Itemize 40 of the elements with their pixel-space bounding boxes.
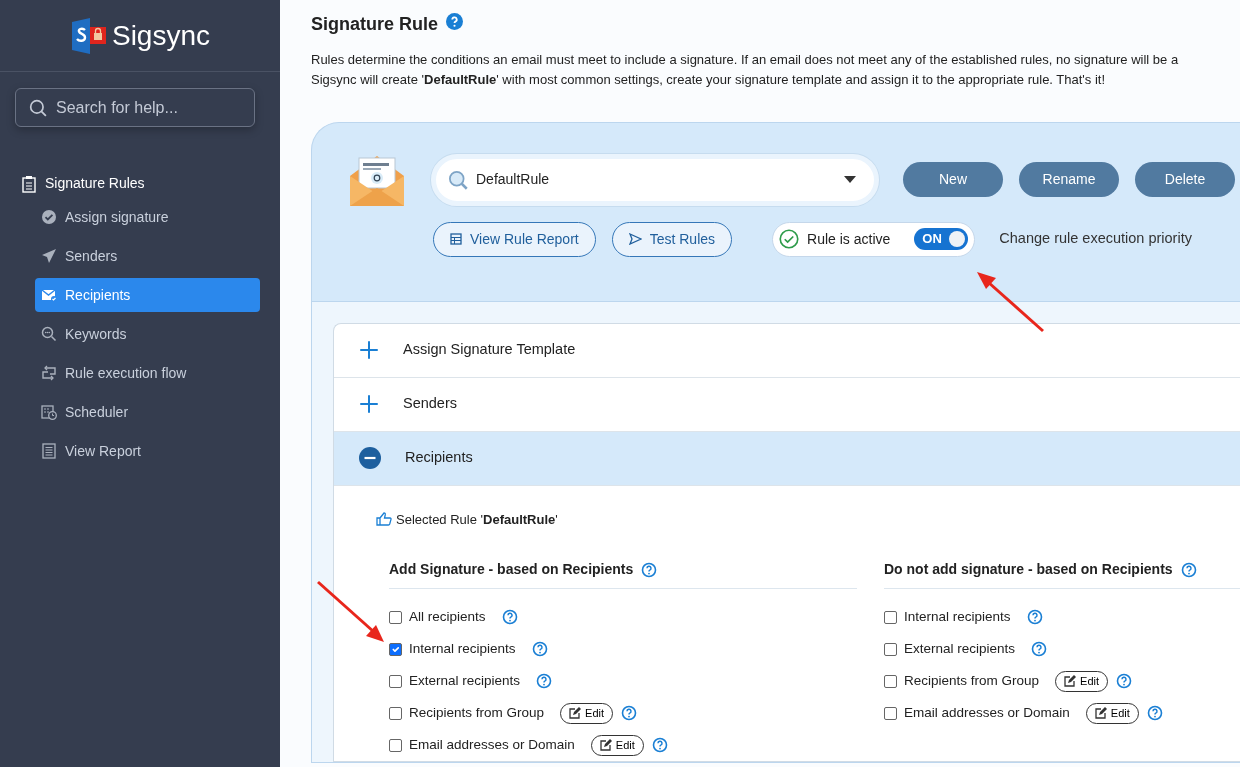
sidebar-item[interactable]: Scheduler [35, 395, 260, 429]
sidebar-item[interactable]: View Report [35, 434, 260, 468]
sidebar-item[interactable]: Rule execution flow [35, 356, 260, 390]
description: Rules determine the conditions an email must meet to include a signature. If an email does not meet any of the established rules, no signature will be a Sigsync will create 'DefaultRule' with most common settings, create your signature template and assign it to the appropriate rule. That's it! [311, 50, 1180, 89]
edit-button[interactable]: Edit [560, 702, 614, 724]
selected-rule-text: Selected Rule 'DefaultRule' [396, 510, 558, 529]
page-title: Signature Rule [311, 14, 439, 36]
accordion-header[interactable]: Recipients [334, 431, 1240, 486]
sidebar-item[interactable]: Senders [35, 239, 260, 273]
rule-button[interactable]: Rename [1019, 162, 1119, 198]
test-rules-button[interactable]: Test Rules [611, 221, 733, 257]
rule-active-control[interactable]: Rule is active ON [772, 221, 976, 257]
section-heading: Signature Rules [45, 174, 145, 193]
checkbox-label[interactable]: Email addresses or Domain [409, 734, 575, 756]
checkbox-label[interactable]: Internal recipients [409, 638, 516, 660]
logo-text: Sigsync [111, 18, 210, 53]
accordion-header[interactable]: Senders [334, 377, 1240, 432]
sidebar-item[interactable]: Assign signature [35, 200, 260, 234]
column-heading: Add Signature - based on Recipients [389, 560, 634, 580]
edit-button[interactable]: Edit [1085, 702, 1139, 724]
dropdown-field[interactable]: DefaultRule [431, 153, 879, 206]
rule-button[interactable]: Delete [1135, 162, 1235, 198]
edit-button[interactable]: Edit [1055, 670, 1109, 692]
checkbox-label[interactable]: Internal recipients [904, 606, 1011, 628]
checkbox-label[interactable]: All recipients [409, 606, 486, 628]
edit-button[interactable]: Edit [590, 734, 644, 756]
priority-link[interactable]: Change rule execution priority [999, 228, 1192, 250]
rule-button[interactable]: New [903, 162, 1003, 198]
sidebar-item[interactable]: Recipients [35, 278, 260, 312]
toggle-switch[interactable]: ON [914, 228, 969, 251]
checkbox-label[interactable]: Recipients from Group [409, 702, 545, 724]
checkbox-label[interactable]: Recipients from Group [904, 670, 1040, 692]
view-report-button[interactable]: View Rule Report [433, 221, 596, 257]
checkbox-label[interactable]: External recipients [904, 638, 1016, 660]
checkbox-label[interactable]: Email addresses or Domain [904, 702, 1070, 724]
search-field[interactable]: Search for help... [15, 88, 255, 127]
sidebar-item[interactable]: Keywords [35, 317, 260, 351]
accordion-header[interactable]: Assign Signature Template [334, 323, 1240, 378]
column-heading: Do not add signature - based on Recipients [884, 560, 1173, 580]
checkbox-label[interactable]: External recipients [409, 670, 521, 692]
